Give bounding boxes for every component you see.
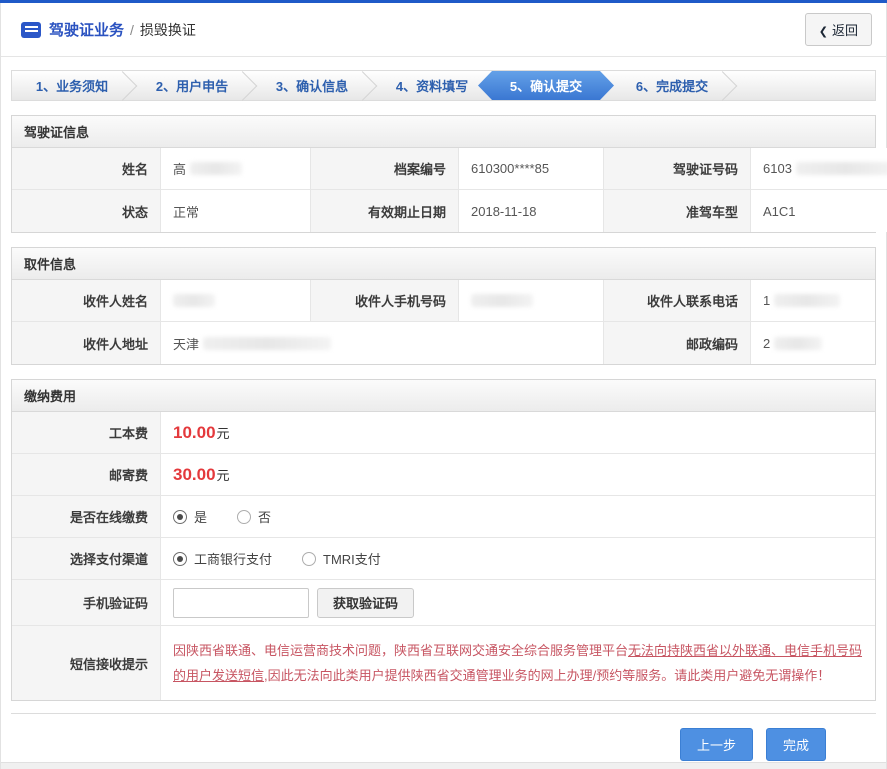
step-1-business-notes[interactable]: 1、业务须知 [12,71,132,100]
field-value-status: 正常 [161,190,311,232]
postage-fee-amount: 30.00 [173,464,216,484]
field-label-sms-code: 手机验证码 [12,580,161,626]
payment-panel: 缴纳费用 工本费 10.00 元 邮寄费 30.00 元 是否在线缴费 是 否 选择… [11,379,876,701]
pickup-info-grid: 收件人姓名 收件人手机号码 收件人联系电话 1 收件人地址 天津 邮政编码 2 [12,280,875,364]
field-value-license-number: 6103 [751,148,887,190]
field-label-valid-until: 有效期止日期 [311,190,459,232]
fee-unit: 元 [216,426,230,441]
field-value-production-fee: 10.00 元 [161,412,875,454]
license-info-panel: 驾驶证信息 姓名 高 档案编号 610300****85 驾驶证号码 6103 … [11,115,887,233]
redacted-value [203,336,332,350]
previous-step-button[interactable]: 上一步 [679,728,753,761]
redacted-value [795,162,887,175]
field-label-payment-channel: 选择支付渠道 [12,538,161,580]
field-label-sms-notice: 短信接收提示 [12,626,161,700]
step-progress-bar: 1、业务须知 2、用户申告 3、确认信息 4、资料填写 5、确认提交 6、完成提… [11,70,876,101]
back-button-label: 返回 [831,23,858,38]
sms-notice-row: 短信接收提示 因陕西省联通、电信运营商技术问题，陕西省互联网交通安全综合服务管理… [12,626,875,700]
radio-online-yes[interactable] [173,509,187,524]
redacted-value [774,336,823,350]
finish-button[interactable]: 完成 [765,728,826,761]
step-6-complete-submit[interactable]: 6、完成提交 [612,71,732,100]
redacted-value [774,294,841,307]
back-button[interactable]: ❮ 返回 [804,13,872,46]
page: 驾驶证业务 / 损毁换证 ❮ 返回 1、业务须知 2、用户申告 3、确认信息 4、… [0,3,887,769]
fee-row-production: 工本费 10.00 元 [12,412,875,454]
breadcrumb-current: 损毁换证 [139,21,196,38]
payment-channel-row: 选择支付渠道 工商银行支付 TMRI支付 [12,538,875,580]
redacted-value [190,162,243,175]
field-value-postage-fee: 30.00 元 [161,454,875,496]
chevron-left-icon: ❮ [818,26,828,38]
step-2-user-declaration[interactable]: 2、用户申告 [132,71,252,100]
sms-code-row: 手机验证码 获取验证码 [12,580,875,626]
redacted-value [173,294,215,307]
field-value-recipient-name [161,280,311,322]
radio-channel-tmri[interactable] [302,551,317,566]
radio-online-yes-label: 是 [194,510,208,525]
fee-row-postage: 邮寄费 30.00 元 [12,454,875,496]
field-value-valid-until: 2018-11-18 [459,190,604,232]
step-5-confirm-submit-active[interactable]: 5、确认提交 [478,71,614,100]
form-list-icon [21,21,41,38]
field-value-name: 高 [161,148,311,190]
radio-channel-icbc[interactable] [173,551,187,566]
field-value-recipient-address: 天津 [161,322,604,364]
get-code-button[interactable]: 获取验证码 [317,587,415,618]
sms-code-input[interactable] [173,587,309,618]
payment-title: 缴纳费用 [12,380,875,412]
field-label-license-number: 驾驶证号码 [604,148,751,190]
radio-online-no-label: 否 [258,510,272,525]
fee-unit: 元 [216,468,230,483]
payment-channel-options: 工商银行支付 TMRI支付 [161,538,875,580]
production-fee-amount: 10.00 [173,422,216,442]
field-label-status: 状态 [12,190,161,232]
bottom-strip [1,762,886,769]
field-label-recipient-name: 收件人姓名 [12,280,161,322]
online-payment-row: 是否在线缴费 是 否 [12,496,875,538]
sms-notice-text: 因陕西省联通、电信运营商技术问题，陕西省互联网交通安全综合服务管理平台无法向持陕… [161,626,875,700]
online-payment-options: 是 否 [161,496,875,538]
field-value-recipient-phone: 1 [751,280,875,322]
sms-code-controls: 获取验证码 [161,580,875,626]
pickup-info-panel: 取件信息 收件人姓名 收件人手机号码 收件人联系电话 1 收件人地址 天津 邮政… [11,247,876,365]
license-info-grid: 姓名 高 档案编号 610300****85 驾驶证号码 6103 状态 正常 … [12,148,887,232]
field-label-name: 姓名 [12,148,161,190]
field-label-online-payment: 是否在线缴费 [12,496,161,538]
pickup-info-title: 取件信息 [12,248,875,280]
footer-actions: 上一步 完成 [11,713,876,761]
breadcrumb-separator: / [130,21,134,38]
page-header: 驾驶证业务 / 损毁换证 ❮ 返回 [1,3,886,57]
field-label-postal-code: 邮政编码 [604,322,751,364]
field-value-file-number: 610300****85 [459,148,604,190]
step-3-confirm-info[interactable]: 3、确认信息 [252,71,372,100]
field-label-recipient-mobile: 收件人手机号码 [311,280,459,322]
field-value-postal-code: 2 [751,322,875,364]
radio-channel-icbc-label: 工商银行支付 [194,552,273,567]
field-label-recipient-address: 收件人地址 [12,322,161,364]
license-info-title: 驾驶证信息 [12,116,875,148]
redacted-value [471,294,533,307]
radio-channel-tmri-label: TMRI支付 [323,552,381,567]
radio-online-no[interactable] [237,509,252,524]
field-label-production-fee: 工本费 [12,412,161,454]
field-value-recipient-mobile [459,280,604,322]
field-label-file-number: 档案编号 [311,148,459,190]
field-value-vehicle-class: A1C1 [751,190,887,232]
field-label-postage-fee: 邮寄费 [12,454,161,496]
field-label-recipient-phone: 收件人联系电话 [604,280,751,322]
field-label-vehicle-class: 准驾车型 [604,190,751,232]
page-title: 驾驶证业务 [49,22,125,39]
step-4-fill-materials[interactable]: 4、资料填写 [372,71,492,100]
